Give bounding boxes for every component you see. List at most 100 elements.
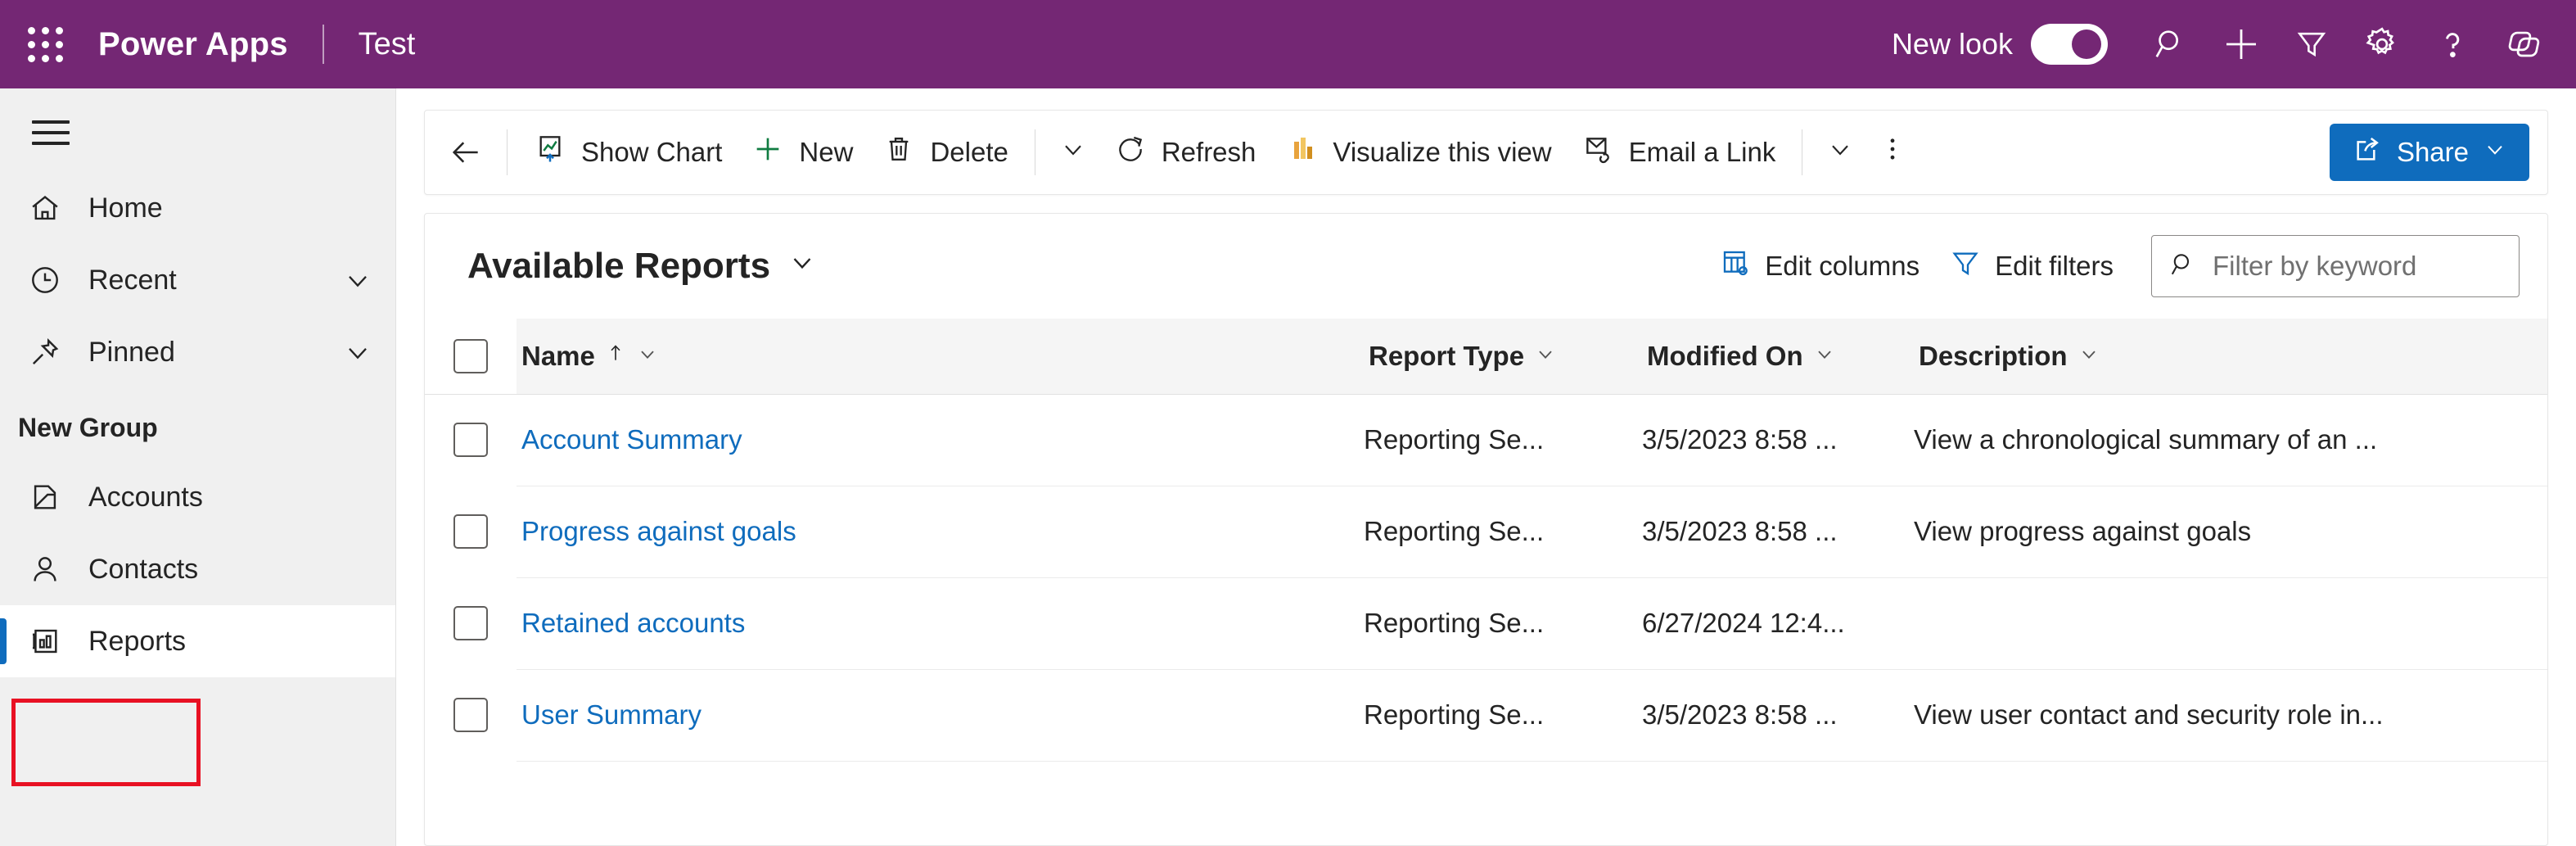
email-link-icon <box>1581 133 1614 172</box>
sidebar-item-home[interactable]: Home <box>0 172 395 244</box>
table-row[interactable]: Account Summary Reporting Se... 3/5/2023… <box>425 394 2547 486</box>
reports-table: Name <box>425 319 2547 762</box>
back-button[interactable] <box>436 121 495 183</box>
table-header-row: Name <box>425 319 2547 394</box>
column-label: Modified On <box>1647 341 1803 372</box>
new-look-toggle[interactable] <box>2031 24 2108 65</box>
app-body: Home Recent <box>0 88 2576 846</box>
cell-name: Retained accounts <box>517 577 1364 669</box>
command-overflow-chevron[interactable] <box>1814 121 1866 183</box>
share-button[interactable]: Share <box>2330 124 2529 181</box>
report-link[interactable]: User Summary <box>517 699 702 730</box>
report-link[interactable]: Retained accounts <box>517 608 745 638</box>
share-label: Share <box>2397 137 2469 168</box>
brand-title[interactable]: Power Apps <box>98 26 288 63</box>
sidebar-item-recent[interactable]: Recent <box>0 244 395 316</box>
chevron-down-icon[interactable] <box>341 264 374 296</box>
filter-icon[interactable] <box>2276 9 2347 79</box>
command-label: Show Chart <box>581 137 722 168</box>
visualize-this-view-button[interactable]: Visualize this view <box>1270 121 1566 183</box>
cell-modified-on: 3/5/2023 8:58 ... <box>1642 394 1914 486</box>
home-icon <box>28 191 70 225</box>
column-label: Description <box>1919 341 2068 372</box>
column-header-report-type[interactable]: Report Type <box>1364 319 1642 394</box>
chevron-down-icon <box>636 341 659 372</box>
row-select-cell <box>425 577 517 669</box>
command-label: Email a Link <box>1629 137 1776 168</box>
power-apps-icon[interactable] <box>2488 9 2558 79</box>
search-icon[interactable] <box>2136 9 2206 79</box>
email-a-link-button[interactable]: Email a Link <box>1567 121 1791 183</box>
sidebar-item-accounts[interactable]: Accounts <box>0 461 395 533</box>
help-icon[interactable] <box>2417 9 2488 79</box>
delete-button[interactable]: Delete <box>868 121 1022 183</box>
column-label: Name <box>521 341 595 372</box>
chevron-down-icon <box>2482 136 2508 169</box>
command-divider <box>507 129 508 175</box>
row-select-cell <box>425 486 517 577</box>
row-checkbox[interactable] <box>453 514 488 549</box>
new-look-label: New look <box>1892 27 2013 61</box>
refresh-button[interactable]: Refresh <box>1099 121 1271 183</box>
column-header-description[interactable]: Description <box>1914 319 2547 394</box>
search-input[interactable] <box>2213 251 2502 282</box>
edit-filters-label: Edit filters <box>1995 251 2114 282</box>
filter-by-keyword-box[interactable] <box>2151 235 2520 297</box>
cell-name: User Summary <box>517 669 1364 761</box>
more-commands-button[interactable] <box>1866 121 1919 183</box>
row-checkbox[interactable] <box>453 423 488 457</box>
edit-columns-icon <box>1719 247 1752 286</box>
chevron-down-icon <box>1534 341 1557 372</box>
refresh-icon <box>1114 133 1147 172</box>
sidebar-item-pinned[interactable]: Pinned <box>0 316 395 388</box>
command-label: Delete <box>930 137 1008 168</box>
new-button[interactable]: New <box>737 121 868 183</box>
plus-icon[interactable] <box>2206 9 2276 79</box>
contact-icon <box>28 552 70 586</box>
top-header-bar: Power Apps Test New look <box>0 0 2576 88</box>
table-row[interactable]: User Summary Reporting Se... 3/5/2023 8:… <box>425 669 2547 761</box>
chevron-down-icon <box>1058 134 1088 170</box>
row-select-cell <box>425 394 517 486</box>
edit-filters-button[interactable]: Edit filters <box>1934 238 2128 295</box>
cell-description: View a chronological summary of an ... <box>1914 394 2547 486</box>
edit-columns-label: Edit columns <box>1765 251 1920 282</box>
row-checkbox[interactable] <box>453 606 488 640</box>
view-selector[interactable]: Available Reports <box>467 246 818 287</box>
accounts-icon <box>28 480 70 514</box>
sidebar-item-reports[interactable]: Reports <box>0 605 395 677</box>
clock-icon <box>28 263 70 297</box>
chevron-down-icon <box>1813 341 1836 372</box>
delete-overflow-chevron[interactable] <box>1047 121 1099 183</box>
table-row[interactable]: Retained accounts Reporting Se... 6/27/2… <box>425 577 2547 669</box>
hamburger-menu-icon[interactable] <box>11 93 90 172</box>
gear-icon[interactable] <box>2347 9 2417 79</box>
page-title: Available Reports <box>467 246 770 287</box>
report-link[interactable]: Progress against goals <box>517 516 796 546</box>
sort-ascending-icon <box>605 341 626 372</box>
cell-description <box>1914 577 2547 669</box>
share-icon <box>2351 133 2384 172</box>
app-name-label[interactable]: Test <box>359 27 416 62</box>
sidebar-item-label: Recent <box>88 265 177 296</box>
cell-description: View user contact and security role in..… <box>1914 669 2547 761</box>
cell-modified-on: 6/27/2024 12:4... <box>1642 577 1914 669</box>
select-all-checkbox[interactable] <box>453 339 488 373</box>
report-link[interactable]: Account Summary <box>517 424 742 455</box>
table-row[interactable]: Progress against goals Reporting Se... 3… <box>425 486 2547 577</box>
app-launcher-icon[interactable] <box>15 14 75 75</box>
row-checkbox[interactable] <box>453 698 488 732</box>
chevron-down-icon[interactable] <box>341 336 374 369</box>
column-header-name[interactable]: Name <box>517 319 1364 394</box>
show-chart-button[interactable]: Show Chart <box>519 121 737 183</box>
sidebar-group-title: New Group <box>0 388 395 461</box>
command-bar: Show Chart New <box>424 110 2548 195</box>
header-divider <box>323 25 324 64</box>
annotation-highlight-box <box>11 699 201 786</box>
left-sidebar: Home Recent <box>0 88 396 846</box>
edit-columns-button[interactable]: Edit columns <box>1704 238 1934 295</box>
sidebar-item-contacts[interactable]: Contacts <box>0 533 395 605</box>
command-label: Visualize this view <box>1333 137 1551 168</box>
column-header-modified-on[interactable]: Modified On <box>1642 319 1914 394</box>
chart-icon <box>534 133 566 172</box>
